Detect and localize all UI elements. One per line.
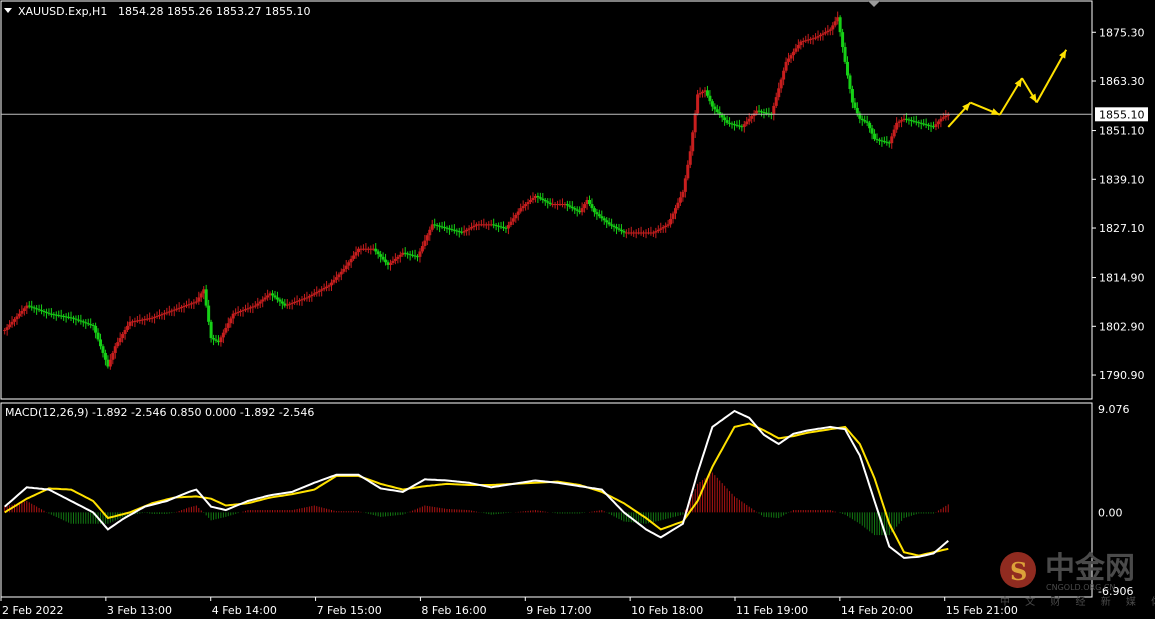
y-tick-label: 1827.10 — [1099, 222, 1145, 235]
shift-marker-icon[interactable] — [868, 1, 880, 7]
y-tick-label: 1839.10 — [1099, 173, 1145, 186]
current-price-label: 1855.10 — [1099, 108, 1145, 121]
watermark: S 中金网 CNGOLD.ORG.CN 中 文 财 经 新 媒 体 — [1000, 551, 1155, 608]
bull-candle — [939, 115, 943, 128]
bear-candle — [443, 221, 447, 232]
bear-candle — [767, 107, 771, 118]
projection-arrow — [1021, 77, 1038, 104]
y-tick-label: 1851.10 — [1099, 125, 1145, 138]
y-tick-label: 1790.90 — [1099, 369, 1145, 382]
price-panel[interactable] — [0, 0, 1093, 400]
x-tick-label: 14 Feb 20:00 — [841, 604, 913, 617]
bull-candle — [484, 222, 488, 229]
y-tick-label: 1814.90 — [1099, 272, 1145, 285]
bear-candle — [59, 309, 63, 320]
bull-candle — [634, 229, 638, 239]
bull-candle — [637, 228, 641, 235]
projection-arrow — [969, 101, 1001, 116]
x-tick-label: 7 Feb 15:00 — [317, 604, 382, 617]
ohlc-values: 1854.28 1855.26 1853.27 1855.10 — [118, 5, 310, 18]
bull-candle — [487, 221, 491, 231]
bull-candle — [644, 229, 648, 239]
bear-candle — [49, 308, 53, 318]
bull-candle — [138, 314, 142, 324]
bear-candle — [204, 284, 208, 308]
bear-candle — [413, 249, 417, 260]
watermark-main: 中金网 — [1045, 551, 1135, 586]
bear-candle — [69, 311, 73, 322]
bull-candle — [624, 229, 628, 239]
x-tick-label: 8 Feb 16:00 — [421, 604, 486, 617]
macd-label: MACD(12,26,9) -1.892 -2.546 0.850 0.000 … — [5, 406, 314, 419]
bull-candle — [629, 226, 633, 236]
axis-layer: 1875.30 1863.30 1851.10 1839.10 1827.10 1814.… — [0, 1, 1148, 617]
bull-candle — [364, 243, 368, 252]
y-tick-label: 1802.90 — [1099, 320, 1145, 333]
bear-candle — [452, 224, 456, 234]
bull-candle — [806, 33, 810, 44]
bull-candle — [639, 226, 643, 236]
bull-candle — [489, 219, 493, 227]
bear-candle — [501, 221, 505, 232]
x-tick-label: 4 Feb 14:00 — [212, 604, 277, 617]
chart-canvas[interactable]: 1875.30 1863.30 1851.10 1839.10 1827.10 1814.… — [0, 0, 1155, 619]
triangle-down-icon[interactable] — [4, 8, 12, 13]
bull-candle — [25, 302, 29, 314]
bull-candle — [553, 202, 557, 209]
bear-candle — [403, 247, 407, 257]
bear-candle — [460, 227, 464, 235]
x-tick-label: 3 Feb 13:00 — [107, 604, 172, 617]
macd-panel[interactable] — [0, 402, 1093, 598]
bull-candle — [649, 226, 653, 236]
logo-glyph: S — [1010, 557, 1027, 586]
macd-y-tick-label: 0.00 — [1098, 506, 1123, 519]
bull-candle — [642, 230, 646, 237]
x-tick-label: 2 Feb 2022 — [2, 604, 63, 617]
y-tick-label: 1875.30 — [1099, 26, 1145, 39]
y-tick-label: 1863.30 — [1099, 75, 1145, 88]
x-tick-label: 10 Feb 18:00 — [631, 604, 703, 617]
bull-candle — [627, 228, 631, 235]
x-tick-label: 9 Feb 17:00 — [526, 604, 591, 617]
projection-arrow — [1035, 49, 1068, 104]
bull-candle — [479, 219, 483, 227]
bull-candle — [369, 245, 373, 255]
projection-arrow — [998, 77, 1023, 116]
bull-candle — [558, 199, 562, 207]
bear-candle — [737, 119, 741, 130]
bear-candle — [492, 218, 496, 229]
x-tick-label: 11 Feb 19:00 — [736, 604, 808, 617]
bull-candle — [556, 200, 560, 210]
bull-candle — [934, 118, 938, 131]
signal-line — [4, 422, 949, 557]
bull-candle — [560, 198, 564, 208]
bear-candle — [914, 115, 918, 126]
bear-candle — [885, 136, 889, 146]
bull-candle — [148, 312, 152, 322]
bear-candle — [924, 118, 928, 129]
bull-candle — [361, 244, 365, 251]
bull-candle — [482, 218, 486, 228]
macd-y-tick-label: 9.076 — [1098, 403, 1130, 416]
symbol-label: XAUUSD.Exp,H1 — [18, 5, 107, 18]
bull-candle — [632, 230, 636, 237]
watermark-sub: CNGOLD.ORG.CN — [1046, 583, 1115, 592]
bull-candle — [366, 246, 370, 254]
watermark-cn: 中 文 财 经 新 媒 体 — [1000, 595, 1155, 608]
bull-candle — [646, 228, 650, 235]
